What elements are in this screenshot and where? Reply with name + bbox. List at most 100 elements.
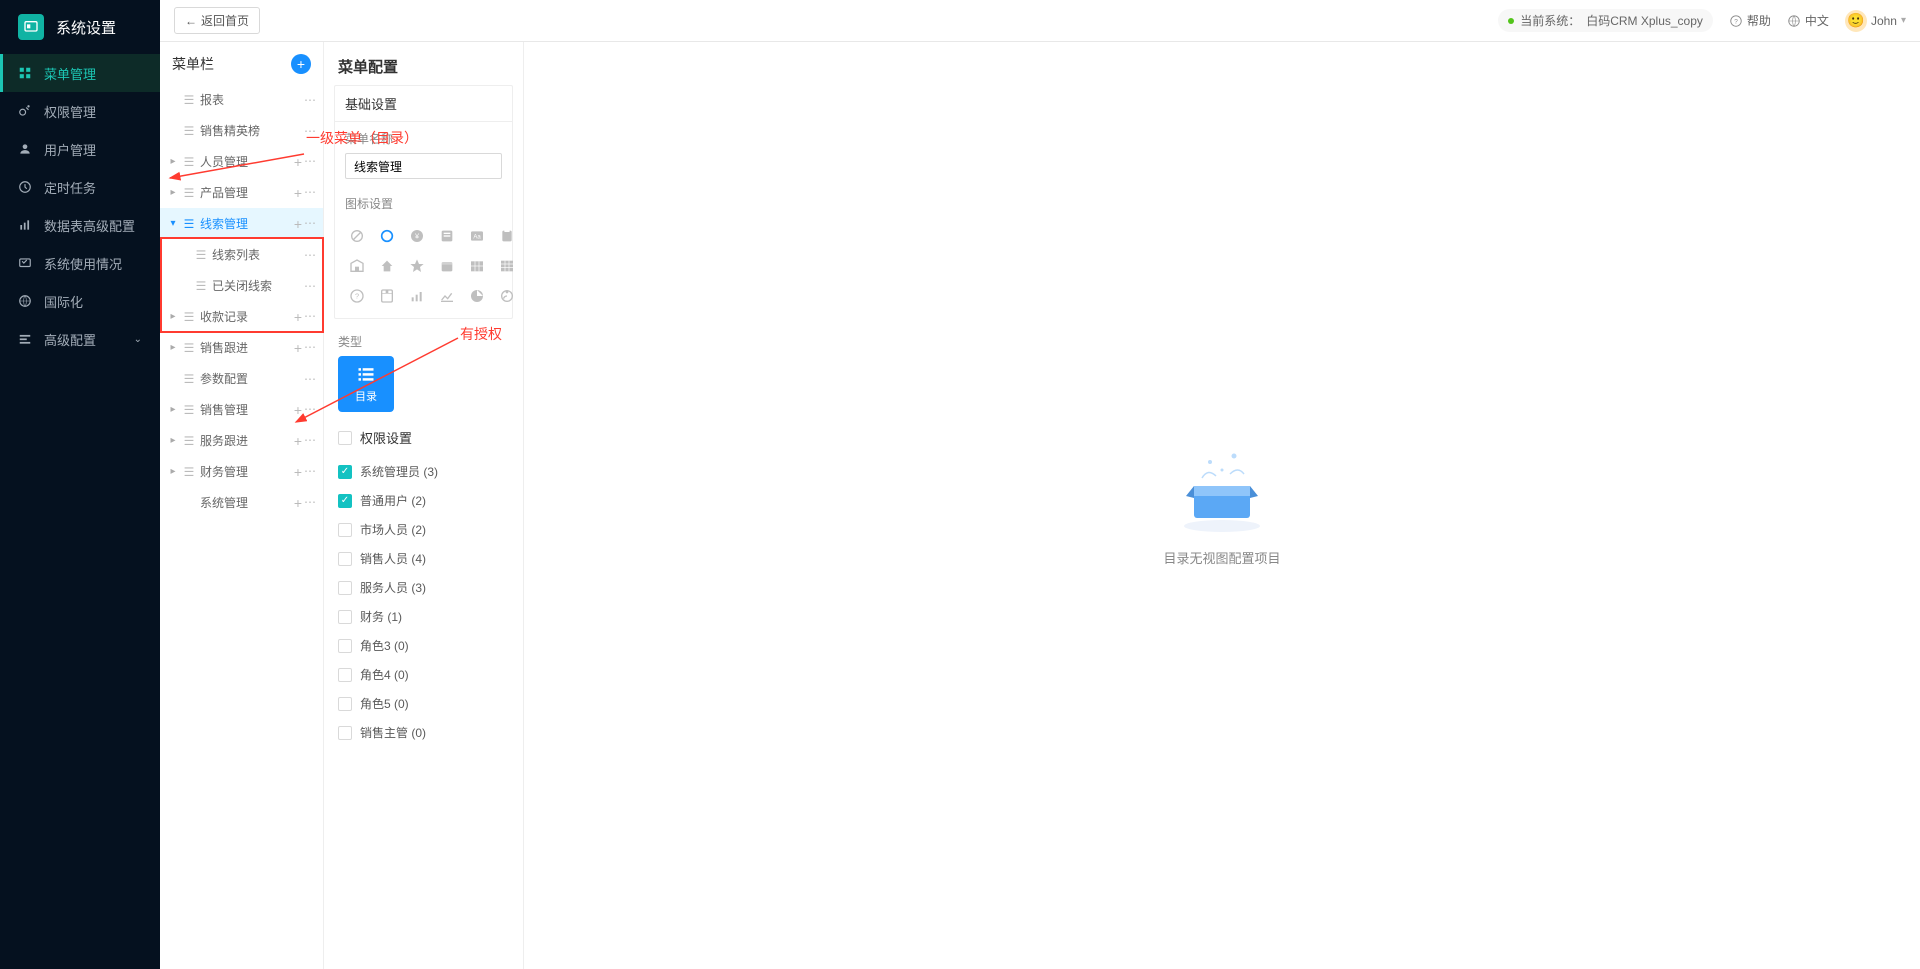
icon-option[interactable] <box>375 224 399 248</box>
icon-option[interactable] <box>465 284 489 308</box>
icon-option[interactable] <box>495 284 519 308</box>
add-child-icon[interactable]: + <box>294 185 302 201</box>
permission-checkbox[interactable] <box>338 668 352 682</box>
more-icon[interactable]: ⋯ <box>304 248 315 262</box>
icon-option[interactable]: Aa <box>465 224 489 248</box>
tree-item-child[interactable]: ☰已关闭线索⋯ <box>160 270 323 301</box>
tree-item[interactable]: ▸☰财务管理+ ⋯ <box>160 456 323 487</box>
nav-item-3[interactable]: 定时任务 <box>0 168 160 206</box>
icon-option[interactable] <box>375 254 399 278</box>
add-child-icon[interactable]: + <box>294 309 302 325</box>
perm-select-all-checkbox[interactable] <box>338 431 352 445</box>
type-directory-option[interactable]: 目录 <box>338 356 394 412</box>
nav-item-1[interactable]: 权限管理 <box>0 92 160 130</box>
permission-checkbox[interactable] <box>338 494 352 508</box>
permission-row[interactable]: 角色4 (0) <box>338 660 509 689</box>
user-menu[interactable]: 🙂 John ▾ <box>1845 10 1906 32</box>
icon-option[interactable] <box>495 254 519 278</box>
icon-option[interactable] <box>345 224 369 248</box>
add-child-icon[interactable]: + <box>294 340 302 356</box>
permission-row[interactable]: 财务 (1) <box>338 602 509 631</box>
nav-item-0[interactable]: 菜单管理 <box>0 54 160 92</box>
icon-option[interactable] <box>435 224 459 248</box>
more-icon[interactable]: ⋯ <box>304 154 315 170</box>
nav-item-4[interactable]: 数据表高级配置 <box>0 206 160 244</box>
nav-item-6[interactable]: 国际化 <box>0 282 160 320</box>
add-child-icon[interactable]: + <box>294 433 302 449</box>
tree-item[interactable]: ☰参数配置 ⋯ <box>160 363 323 394</box>
more-icon[interactable]: ⋯ <box>304 93 315 107</box>
tree-item[interactable]: ▸☰服务跟进+ ⋯ <box>160 425 323 456</box>
tree-item[interactable]: ▸☰人员管理+ ⋯ <box>160 146 323 177</box>
permission-row[interactable]: 系统管理员 (3) <box>338 457 509 486</box>
permission-checkbox[interactable] <box>338 610 352 624</box>
add-child-icon[interactable]: + <box>294 216 302 232</box>
tree-item-child[interactable]: ☰线索列表⋯ <box>160 239 323 270</box>
help-link[interactable]: ? 帮助 <box>1729 12 1771 29</box>
icon-option[interactable] <box>345 254 369 278</box>
more-icon[interactable]: ⋯ <box>304 495 315 511</box>
icon-option[interactable]: ? <box>345 284 369 308</box>
current-system-tag[interactable]: 当前系统： 白码CRM Xplus_copy <box>1498 9 1713 32</box>
add-child-icon[interactable]: + <box>294 154 302 170</box>
icon-option[interactable]: ¥ <box>405 224 429 248</box>
tree-item[interactable]: 系统管理+ ⋯ <box>160 487 323 518</box>
permission-row[interactable]: 角色3 (0) <box>338 631 509 660</box>
caret-icon: ▸ <box>168 342 178 353</box>
more-icon[interactable]: ⋯ <box>304 402 315 418</box>
more-icon[interactable]: ⋯ <box>304 372 315 386</box>
language-switch[interactable]: 中文 <box>1787 12 1829 29</box>
more-icon[interactable]: ⋯ <box>304 464 315 480</box>
permission-checkbox[interactable] <box>338 726 352 740</box>
permission-checkbox[interactable] <box>338 639 352 653</box>
icon-option[interactable] <box>405 284 429 308</box>
tree-item[interactable]: ☰销售精英榜 ⋯ <box>160 115 323 146</box>
icon-option[interactable] <box>375 284 399 308</box>
add-child-icon[interactable]: + <box>294 464 302 480</box>
permission-checkbox[interactable] <box>338 552 352 566</box>
globe-icon <box>1787 14 1801 28</box>
logo-icon <box>18 14 44 40</box>
more-icon[interactable]: ⋯ <box>304 433 315 449</box>
tree-item[interactable]: ▸☰销售跟进+ ⋯ <box>160 332 323 363</box>
tree-item[interactable]: ▸☰产品管理+ ⋯ <box>160 177 323 208</box>
perm-section-label: 权限设置 <box>360 428 412 447</box>
permission-checkbox[interactable] <box>338 523 352 537</box>
menu-name-input[interactable] <box>345 153 502 179</box>
tree-item[interactable]: ☰报表 ⋯ <box>160 84 323 115</box>
permission-row[interactable]: 市场人员 (2) <box>338 515 509 544</box>
permission-row[interactable]: 服务人员 (3) <box>338 573 509 602</box>
icon-option[interactable] <box>435 254 459 278</box>
more-icon[interactable]: ⋯ <box>304 185 315 201</box>
icon-option[interactable] <box>495 224 519 248</box>
add-menu-button[interactable]: + <box>291 54 311 74</box>
menu-item-icon: ☰ <box>182 186 196 200</box>
icon-option[interactable] <box>405 254 429 278</box>
more-icon[interactable]: ⋯ <box>304 124 315 138</box>
nav-item-7[interactable]: 高级配置⌄ <box>0 320 160 358</box>
icon-option[interactable] <box>435 284 459 308</box>
more-icon[interactable]: ⋯ <box>304 309 315 325</box>
more-icon[interactable]: ⋯ <box>304 279 315 293</box>
permission-row[interactable]: 角色5 (0) <box>338 689 509 718</box>
add-child-icon[interactable]: + <box>294 495 302 511</box>
caret-icon: ▾ <box>168 218 178 229</box>
add-child-icon[interactable]: + <box>294 402 302 418</box>
icon-option[interactable] <box>465 254 489 278</box>
more-icon[interactable]: ⋯ <box>304 340 315 356</box>
permission-checkbox[interactable] <box>338 697 352 711</box>
tree-item[interactable]: ▾☰线索管理+ ⋯ <box>160 208 323 239</box>
nav-item-5[interactable]: 系统使用情况 <box>0 244 160 282</box>
permission-row[interactable]: 销售主管 (0) <box>338 718 509 747</box>
back-button[interactable]: ← 返回首页 <box>174 7 260 34</box>
permission-checkbox[interactable] <box>338 465 352 479</box>
permission-row[interactable]: 销售人员 (4) <box>338 544 509 573</box>
more-icon[interactable]: ⋯ <box>304 216 315 232</box>
permission-row[interactable]: 普通用户 (2) <box>338 486 509 515</box>
chevron-down-icon: ▾ <box>1901 15 1906 26</box>
tree-item[interactable]: ▸☰销售管理+ ⋯ <box>160 394 323 425</box>
permission-checkbox[interactable] <box>338 581 352 595</box>
tree-item[interactable]: ▸☰收款记录+ ⋯ <box>160 301 323 332</box>
nav-item-2[interactable]: 用户管理 <box>0 130 160 168</box>
menu-item-icon: ☰ <box>182 372 196 386</box>
